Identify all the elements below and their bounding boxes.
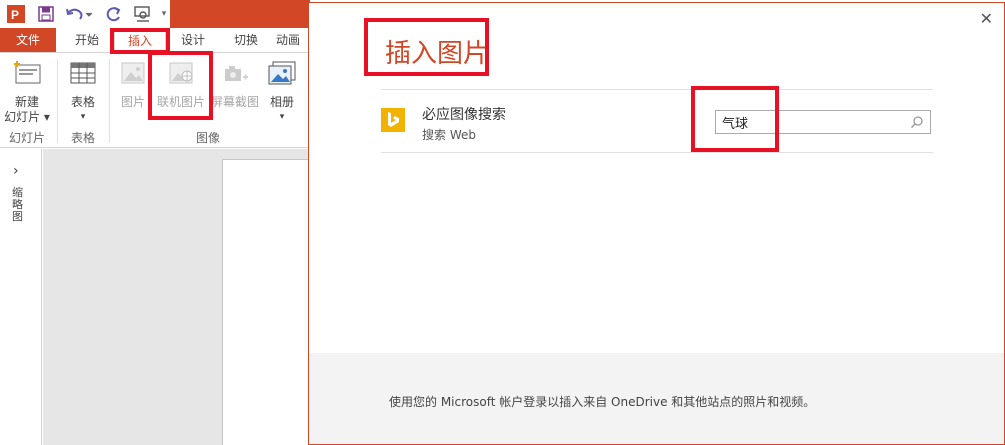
- quick-access-toolbar: P ▾: [0, 0, 310, 28]
- start-from-beginning-icon[interactable]: [132, 4, 154, 24]
- screenshot-button[interactable]: 屏幕截图: [210, 59, 260, 110]
- slide-editing-area: [43, 149, 342, 445]
- save-icon[interactable]: [36, 4, 56, 24]
- table-label: 表格: [70, 95, 95, 109]
- table-dropdown-label: ▾: [80, 112, 86, 122]
- new-slide-button[interactable]: 新建 幻灯片 ▾: [2, 59, 52, 125]
- table-icon: [62, 59, 104, 91]
- new-slide-label-2: 幻灯片 ▾: [4, 110, 50, 124]
- expand-chevron-icon[interactable]: ›: [13, 163, 19, 179]
- undo-icon[interactable]: [64, 4, 94, 24]
- search-icon[interactable]: [910, 115, 924, 132]
- bing-search-subtitle: 搜索 Web: [422, 128, 476, 142]
- footer-signin-hint: 使用您的 Microsoft 帐户登录以插入来自 OneDrive 和其他站点的…: [389, 395, 816, 409]
- bing-search-title: 必应图像搜索: [422, 107, 506, 123]
- tab-design[interactable]: 设计: [168, 28, 218, 52]
- customize-toolbar-icon[interactable]: ▾: [158, 4, 170, 24]
- thumbnail-pane-label[interactable]: 缩略图: [12, 187, 26, 223]
- online-pictures-label: 联机图片: [156, 95, 205, 109]
- group-label-images: 图像: [195, 131, 220, 145]
- new-slide-label-1: 新建: [14, 95, 39, 109]
- title-bar-accent: [170, 0, 310, 28]
- online-pictures-button[interactable]: 联机图片: [154, 59, 208, 110]
- ribbon-tabs: 文件 开始 插入 设计 切换 动画: [0, 28, 310, 52]
- close-icon[interactable]: ✕: [980, 9, 993, 28]
- picture-icon: [114, 59, 152, 91]
- table-button[interactable]: 表格 ▾: [62, 59, 104, 125]
- dialog-footer: 使用您的 Microsoft 帐户登录以插入来自 OneDrive 和其他站点的…: [309, 353, 1004, 444]
- bing-logo-icon: [381, 108, 405, 132]
- bing-image-search-row: 必应图像搜索 搜索 Web: [381, 89, 933, 153]
- tab-file[interactable]: 文件: [0, 28, 56, 52]
- tab-insert[interactable]: 插入: [114, 28, 166, 52]
- photo-album-button[interactable]: 相册 ▾: [262, 59, 302, 125]
- bing-search-box[interactable]: [715, 110, 931, 134]
- tab-animations[interactable]: 动画: [276, 28, 310, 52]
- group-label-tables: 表格: [70, 131, 95, 145]
- online-picture-icon: [154, 59, 208, 91]
- screenshot-label: 屏幕截图: [210, 95, 259, 109]
- pictures-label: 图片: [120, 95, 145, 109]
- dialog-title: 插入图片: [385, 39, 490, 69]
- powerpoint-logo-icon: P: [6, 4, 26, 24]
- photo-album-icon: [262, 59, 302, 91]
- thumbnail-pane-collapsed: › 缩略图: [0, 149, 42, 445]
- group-separator: [57, 59, 58, 143]
- pictures-button[interactable]: 图片: [114, 59, 152, 110]
- ribbon-insert: 新建 幻灯片 ▾ 幻灯片 表格 ▾ 表格 图片 联机图片 屏幕截图 相册 ▾ 图…: [0, 52, 310, 148]
- album-dropdown-label: ▾: [279, 112, 285, 122]
- tab-home[interactable]: 开始: [62, 28, 112, 52]
- camera-icon: [210, 59, 260, 91]
- redo-icon[interactable]: [104, 4, 124, 24]
- insert-pictures-dialog: ✕ 插入图片 必应图像搜索 搜索 Web 使用您的 Microsoft 帐户登录…: [308, 2, 1005, 445]
- bing-search-input[interactable]: [722, 113, 902, 131]
- new-slide-icon: [2, 59, 52, 91]
- svg-text:P: P: [11, 8, 19, 22]
- group-label-slides: 幻灯片: [8, 131, 45, 145]
- group-separator: [109, 59, 110, 143]
- tab-transitions[interactable]: 切换: [220, 28, 272, 52]
- album-label: 相册: [269, 95, 294, 109]
